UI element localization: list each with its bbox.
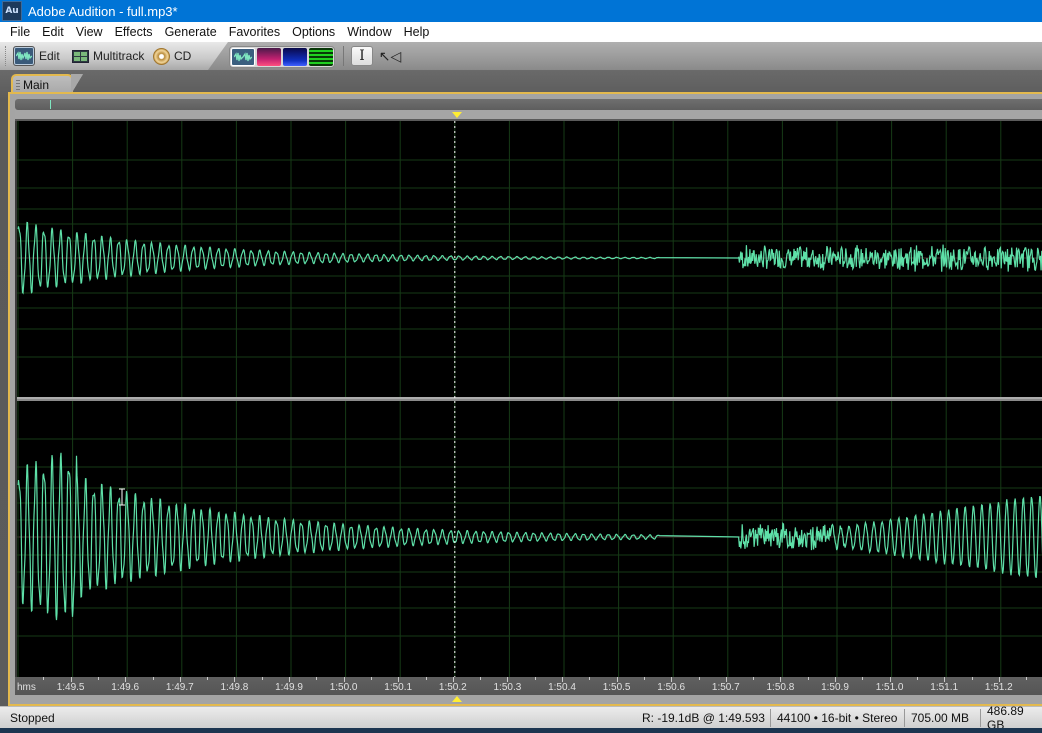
waveform-display-button[interactable]: [231, 48, 255, 66]
edit-view-label: Edit: [39, 49, 60, 63]
ruler-minor-tick: [152, 677, 154, 680]
ruler-minor-tick: [971, 677, 973, 680]
ruler-minor-tick: [97, 677, 99, 680]
top-ruler[interactable]: [15, 110, 1042, 121]
ruler-minor-tick: [316, 677, 318, 680]
ruler-time-label: 1:49.5: [56, 682, 85, 693]
multitrack-view-label: Multitrack: [93, 49, 145, 63]
ruler-time-label: 1:50.5: [602, 682, 631, 693]
main-toolbar: Edit Multitrack CD I ↖◁: [0, 42, 1042, 70]
tab-main-label: Main: [23, 78, 50, 92]
waveform-display[interactable]: [15, 121, 1042, 677]
ruler-minor-tick: [43, 677, 45, 680]
menu-favorites[interactable]: Favorites: [223, 25, 286, 39]
ruler-minor-tick: [207, 677, 209, 680]
main-panel: hms 1:49.5 1:49.6 1:49.7 1:49.8 1:49.9 1:50.0…: [8, 92, 1042, 706]
ruler-minor-tick: [862, 677, 864, 680]
transport-status: Stopped: [10, 711, 55, 725]
desktop-background: [0, 728, 1042, 733]
menu-view[interactable]: View: [70, 25, 109, 39]
status-bar: Stopped R: -19.1dB @ 1:49.593 44100 • 16…: [0, 704, 1042, 732]
file-size-info: 705.00 MB: [904, 709, 975, 727]
playhead-top-marker[interactable]: [452, 112, 462, 118]
ruler-minor-tick: [916, 677, 918, 680]
ruler-minor-tick: [425, 677, 427, 680]
ruler-time-label: 1:50.7: [711, 682, 740, 693]
ruler-time-label: 1:51.0: [875, 682, 904, 693]
waveform-canvas[interactable]: [17, 121, 1042, 677]
ruler-minor-tick: [480, 677, 482, 680]
menu-options[interactable]: Options: [286, 25, 341, 39]
ruler-minor-tick: [370, 677, 372, 680]
cursor-level-readout: R: -19.1dB @ 1:49.593: [642, 711, 765, 725]
menu-file[interactable]: File: [0, 25, 36, 39]
menu-bar: File Edit View Effects Generate Favorite…: [0, 22, 1042, 42]
time-ruler[interactable]: hms 1:49.5 1:49.6 1:49.7 1:49.8 1:49.9 1:50.0…: [15, 677, 1042, 695]
display-mode-group: [229, 46, 335, 68]
ruler-minor-tick: [643, 677, 645, 680]
scrub-tool-button[interactable]: ↖◁: [378, 46, 402, 66]
ibeam-cursor-icon: I: [359, 48, 365, 64]
ruler-minor-tick: [261, 677, 263, 680]
ruler-minor-tick: [753, 677, 755, 680]
ruler-time-label: 1:49.9: [275, 682, 303, 693]
spectral-frequency-display-button[interactable]: [257, 48, 281, 66]
ruler-time-label: 1:50.2: [438, 682, 467, 693]
ruler-time-label: 1:51.2: [984, 682, 1013, 693]
ruler-minor-tick: [534, 677, 536, 680]
window-title: Adobe Audition - full.mp3*: [28, 3, 178, 19]
ruler-time-label: 1:50.1: [384, 682, 413, 693]
spectral-phase-display-button[interactable]: [309, 48, 333, 66]
tab-main[interactable]: Main: [11, 74, 83, 94]
zoom-navigator-bar[interactable]: [15, 99, 1042, 110]
audition-app-icon: Au: [2, 1, 22, 21]
multitrack-view-button[interactable]: Multitrack: [72, 45, 144, 67]
ruler-minor-tick: [698, 677, 700, 680]
time-selection-tool-button[interactable]: I: [351, 46, 373, 66]
ruler-time-label: 1:50.3: [493, 682, 522, 693]
time-unit-label: hms: [17, 682, 36, 693]
waveform-display-icon: [234, 52, 252, 62]
menu-effects[interactable]: Effects: [109, 25, 159, 39]
arrow-speaker-icon: ↖◁: [378, 47, 402, 64]
ruler-time-label: 1:49.6: [111, 682, 140, 693]
playhead-bottom-marker[interactable]: [452, 696, 462, 702]
cd-view-button[interactable]: CD: [153, 45, 191, 67]
toolbar-grip[interactable]: [5, 46, 8, 66]
bottom-ruler[interactable]: [15, 695, 1042, 704]
menu-window[interactable]: Window: [341, 25, 397, 39]
waveform-edit-icon: [13, 46, 35, 66]
waveform-right-channel: [17, 452, 1042, 621]
ruler-time-label: 1:50.8: [766, 682, 795, 693]
edit-view-button[interactable]: Edit: [13, 45, 60, 67]
ruler-time-label: 1:50.0: [329, 682, 358, 693]
title-bar: Au Adobe Audition - full.mp3*: [0, 0, 1042, 22]
spectral-pitch-display-button[interactable]: [283, 48, 307, 66]
audio-format-info: 44100 • 16-bit • Stereo: [770, 709, 903, 727]
menu-help[interactable]: Help: [398, 25, 436, 39]
ruler-time-label: 1:49.8: [220, 682, 249, 693]
cd-icon: [153, 47, 170, 65]
ruler-time-label: 1:51.1: [930, 682, 959, 693]
ruler-time-label: 1:50.4: [548, 682, 576, 693]
multitrack-icon: [72, 49, 89, 63]
ruler-minor-tick: [589, 677, 591, 680]
menu-edit[interactable]: Edit: [36, 25, 70, 39]
ruler-minor-tick: [1026, 677, 1028, 680]
editor-panel-area: Main hms 1:49.5 1:49.6 1:49.7 1:49.8 1:49.9 1…: [0, 70, 1042, 706]
ruler-time-label: 1:50.6: [657, 682, 686, 693]
tab-grip-icon: [16, 80, 20, 90]
cd-view-label: CD: [174, 49, 192, 63]
ruler-time-label: 1:49.7: [165, 682, 194, 693]
navigator-view-marker[interactable]: [50, 100, 51, 109]
menu-generate[interactable]: Generate: [159, 25, 223, 39]
toolbar-separator: [343, 46, 344, 66]
ruler-minor-tick: [807, 677, 809, 680]
ruler-time-label: 1:50.9: [821, 682, 849, 693]
free-space-info: 486.89 GB: [980, 704, 1042, 732]
